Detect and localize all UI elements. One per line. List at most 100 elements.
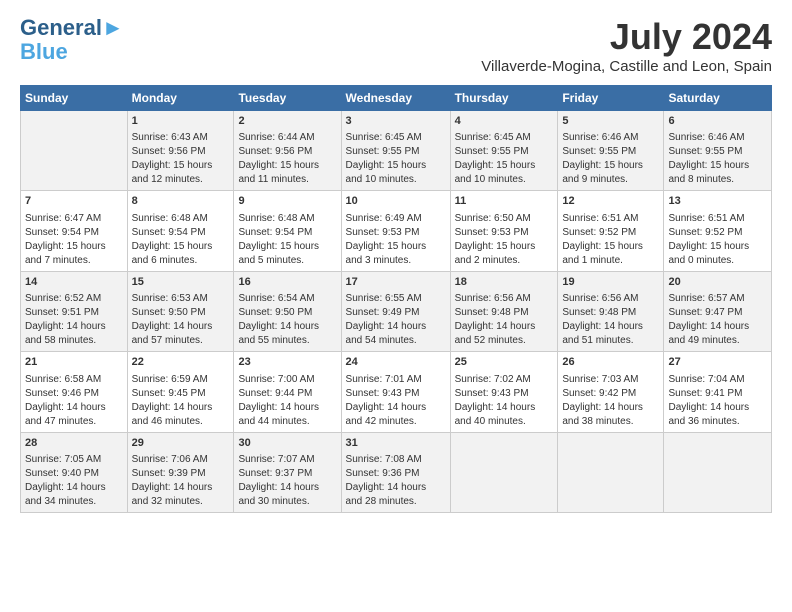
day-number: 5 bbox=[562, 114, 659, 129]
day-info: Sunset: 9:54 PM bbox=[25, 226, 123, 240]
calendar-cell: 2Sunrise: 6:44 AMSunset: 9:56 PMDaylight… bbox=[234, 111, 341, 191]
calendar-cell: 8Sunrise: 6:48 AMSunset: 9:54 PMDaylight… bbox=[127, 191, 234, 271]
col-saturday: Saturday bbox=[664, 86, 772, 111]
day-number: 19 bbox=[562, 275, 659, 290]
day-number: 16 bbox=[238, 275, 336, 290]
day-info: Sunset: 9:36 PM bbox=[346, 467, 446, 481]
day-info: Sunset: 9:45 PM bbox=[132, 387, 230, 401]
day-info: Daylight: 14 hours bbox=[562, 401, 659, 415]
day-info: and 57 minutes. bbox=[132, 334, 230, 348]
day-info: Sunset: 9:55 PM bbox=[346, 145, 446, 159]
day-info: Sunrise: 6:44 AM bbox=[238, 131, 336, 145]
day-info: and 5 minutes. bbox=[238, 254, 336, 268]
logo: General► Blue bbox=[20, 16, 124, 64]
calendar-cell: 20Sunrise: 6:57 AMSunset: 9:47 PMDayligh… bbox=[664, 271, 772, 351]
title-block: July 2024 Villaverde-Mogina, Castille an… bbox=[481, 16, 772, 75]
day-info: and 52 minutes. bbox=[455, 334, 554, 348]
month-title: July 2024 bbox=[481, 16, 772, 58]
day-info: Daylight: 15 hours bbox=[668, 240, 767, 254]
day-info: Daylight: 15 hours bbox=[562, 240, 659, 254]
calendar-cell: 26Sunrise: 7:03 AMSunset: 9:42 PMDayligh… bbox=[558, 352, 664, 432]
day-info: Sunset: 9:43 PM bbox=[346, 387, 446, 401]
calendar-body: 1Sunrise: 6:43 AMSunset: 9:56 PMDaylight… bbox=[21, 111, 772, 513]
calendar-cell: 7Sunrise: 6:47 AMSunset: 9:54 PMDaylight… bbox=[21, 191, 128, 271]
day-info: Daylight: 15 hours bbox=[455, 159, 554, 173]
calendar-cell: 13Sunrise: 6:51 AMSunset: 9:52 PMDayligh… bbox=[664, 191, 772, 271]
day-info: and 34 minutes. bbox=[25, 495, 123, 509]
day-number: 29 bbox=[132, 436, 230, 451]
day-info: Sunset: 9:42 PM bbox=[562, 387, 659, 401]
day-info: Sunrise: 6:53 AM bbox=[132, 292, 230, 306]
col-thursday: Thursday bbox=[450, 86, 558, 111]
header: General► Blue July 2024 Villaverde-Mogin… bbox=[20, 16, 772, 75]
col-sunday: Sunday bbox=[21, 86, 128, 111]
day-number: 17 bbox=[346, 275, 446, 290]
day-info: and 42 minutes. bbox=[346, 415, 446, 429]
day-info: Sunrise: 7:06 AM bbox=[132, 453, 230, 467]
day-info: and 10 minutes. bbox=[346, 173, 446, 187]
day-info: Sunset: 9:54 PM bbox=[238, 226, 336, 240]
location-title: Villaverde-Mogina, Castille and Leon, Sp… bbox=[481, 58, 772, 75]
calendar-cell: 23Sunrise: 7:00 AMSunset: 9:44 PMDayligh… bbox=[234, 352, 341, 432]
day-info: and 54 minutes. bbox=[346, 334, 446, 348]
day-info: Sunset: 9:48 PM bbox=[562, 306, 659, 320]
day-info: Daylight: 15 hours bbox=[25, 240, 123, 254]
day-number: 6 bbox=[668, 114, 767, 129]
day-info: Sunset: 9:50 PM bbox=[238, 306, 336, 320]
day-info: Sunset: 9:51 PM bbox=[25, 306, 123, 320]
day-number: 7 bbox=[25, 194, 123, 209]
day-number: 14 bbox=[25, 275, 123, 290]
day-number: 18 bbox=[455, 275, 554, 290]
day-number: 24 bbox=[346, 355, 446, 370]
calendar-cell bbox=[21, 111, 128, 191]
day-info: Sunrise: 6:55 AM bbox=[346, 292, 446, 306]
day-info: Sunset: 9:43 PM bbox=[455, 387, 554, 401]
day-info: and 32 minutes. bbox=[132, 495, 230, 509]
day-info: Sunset: 9:55 PM bbox=[562, 145, 659, 159]
day-info: Sunset: 9:53 PM bbox=[346, 226, 446, 240]
day-info: Sunrise: 7:07 AM bbox=[238, 453, 336, 467]
day-info: Sunrise: 6:56 AM bbox=[455, 292, 554, 306]
week-row-5: 28Sunrise: 7:05 AMSunset: 9:40 PMDayligh… bbox=[21, 432, 772, 512]
day-number: 31 bbox=[346, 436, 446, 451]
day-info: and 58 minutes. bbox=[25, 334, 123, 348]
calendar-cell: 9Sunrise: 6:48 AMSunset: 9:54 PMDaylight… bbox=[234, 191, 341, 271]
day-info: Daylight: 15 hours bbox=[562, 159, 659, 173]
day-info: and 55 minutes. bbox=[238, 334, 336, 348]
week-row-1: 1Sunrise: 6:43 AMSunset: 9:56 PMDaylight… bbox=[21, 111, 772, 191]
calendar-cell: 3Sunrise: 6:45 AMSunset: 9:55 PMDaylight… bbox=[341, 111, 450, 191]
day-number: 25 bbox=[455, 355, 554, 370]
day-info: Daylight: 15 hours bbox=[346, 159, 446, 173]
calendar-cell: 4Sunrise: 6:45 AMSunset: 9:55 PMDaylight… bbox=[450, 111, 558, 191]
logo-blue: ► bbox=[102, 15, 124, 40]
day-info: Daylight: 14 hours bbox=[346, 401, 446, 415]
day-info: Sunset: 9:49 PM bbox=[346, 306, 446, 320]
day-info: Sunrise: 7:04 AM bbox=[668, 373, 767, 387]
day-info: Sunrise: 7:01 AM bbox=[346, 373, 446, 387]
day-info: Sunset: 9:50 PM bbox=[132, 306, 230, 320]
day-info: Sunrise: 7:08 AM bbox=[346, 453, 446, 467]
day-info: and 3 minutes. bbox=[346, 254, 446, 268]
day-info: Sunrise: 7:05 AM bbox=[25, 453, 123, 467]
day-info: Sunset: 9:41 PM bbox=[668, 387, 767, 401]
day-info: Sunset: 9:47 PM bbox=[668, 306, 767, 320]
day-info: and 7 minutes. bbox=[25, 254, 123, 268]
calendar-cell: 15Sunrise: 6:53 AMSunset: 9:50 PMDayligh… bbox=[127, 271, 234, 351]
day-number: 2 bbox=[238, 114, 336, 129]
day-info: Sunset: 9:55 PM bbox=[668, 145, 767, 159]
week-row-2: 7Sunrise: 6:47 AMSunset: 9:54 PMDaylight… bbox=[21, 191, 772, 271]
day-info: and 9 minutes. bbox=[562, 173, 659, 187]
day-info: Daylight: 14 hours bbox=[25, 401, 123, 415]
calendar-cell: 29Sunrise: 7:06 AMSunset: 9:39 PMDayligh… bbox=[127, 432, 234, 512]
day-info: and 40 minutes. bbox=[455, 415, 554, 429]
calendar-cell: 11Sunrise: 6:50 AMSunset: 9:53 PMDayligh… bbox=[450, 191, 558, 271]
day-info: Sunset: 9:53 PM bbox=[455, 226, 554, 240]
day-info: Sunset: 9:52 PM bbox=[668, 226, 767, 240]
day-info: Daylight: 14 hours bbox=[238, 401, 336, 415]
day-number: 26 bbox=[562, 355, 659, 370]
day-number: 27 bbox=[668, 355, 767, 370]
day-info: Sunrise: 6:48 AM bbox=[238, 212, 336, 226]
day-info: and 6 minutes. bbox=[132, 254, 230, 268]
day-info: Daylight: 14 hours bbox=[346, 481, 446, 495]
day-number: 30 bbox=[238, 436, 336, 451]
